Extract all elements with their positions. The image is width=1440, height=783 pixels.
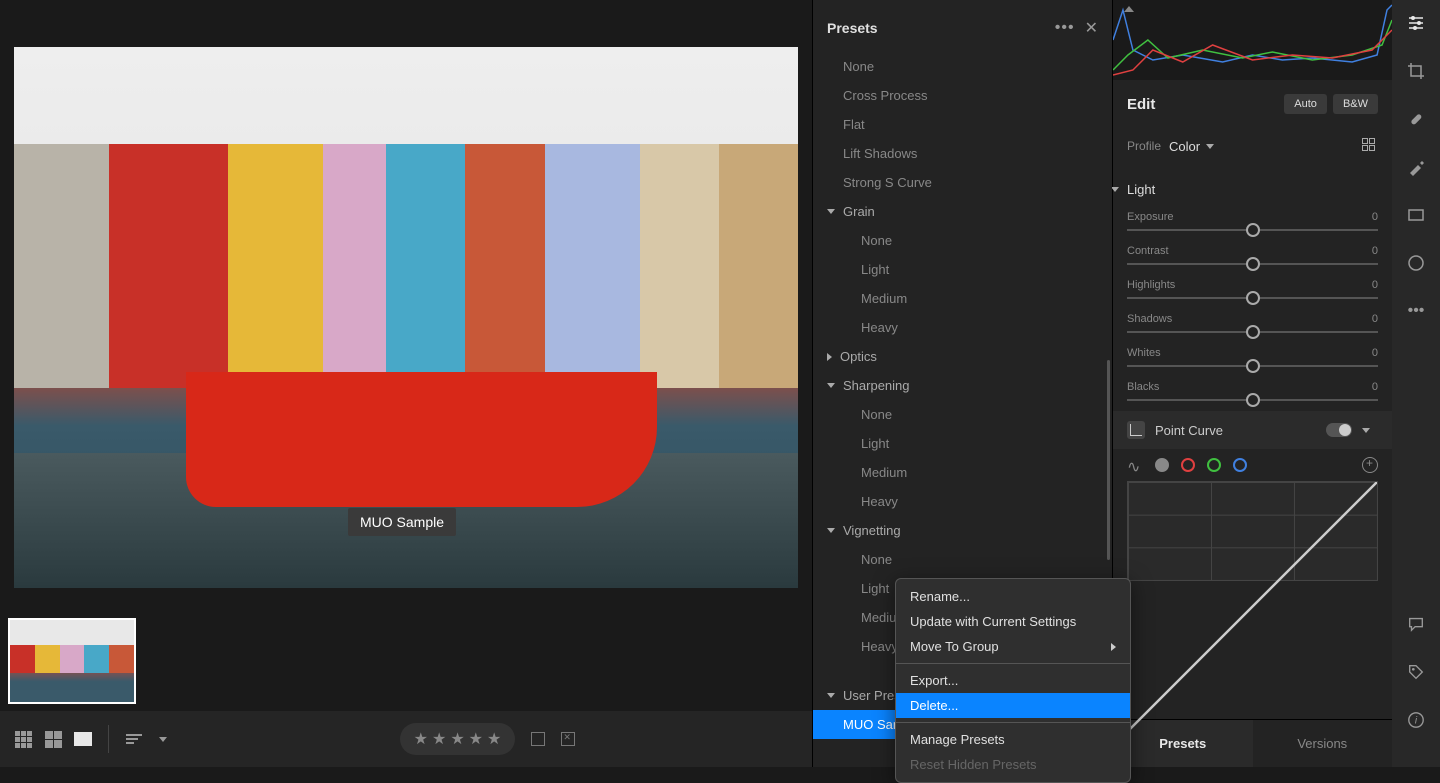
grid-large-view-icon[interactable]: [42, 730, 64, 748]
chevron-down-icon[interactable]: [1362, 428, 1370, 433]
tool-rail: ••• i: [1392, 0, 1440, 767]
star-icon[interactable]: ★: [450, 729, 464, 749]
more-icon[interactable]: •••: [1405, 300, 1427, 322]
scrollbar[interactable]: [1107, 360, 1110, 560]
curve-icon: [1127, 421, 1145, 439]
main-photo: [14, 47, 798, 588]
healing-icon[interactable]: [1405, 108, 1427, 130]
preset-item[interactable]: Medium: [813, 458, 1112, 487]
radial-gradient-icon[interactable]: [1405, 252, 1427, 274]
light-section-header[interactable]: Light: [1113, 172, 1392, 207]
channel-green[interactable]: [1207, 458, 1221, 472]
comment-icon[interactable]: [1405, 613, 1427, 635]
brush-icon[interactable]: [1405, 156, 1427, 178]
image-canvas[interactable]: MUO Sample: [0, 0, 812, 611]
channel-red[interactable]: [1181, 458, 1195, 472]
filmstrip[interactable]: [0, 611, 812, 711]
svg-text:i: i: [1415, 716, 1418, 727]
tone-curve[interactable]: [1127, 481, 1378, 581]
preset-item[interactable]: None: [813, 400, 1112, 429]
star-icon[interactable]: ★: [414, 729, 428, 749]
highlights-slider[interactable]: Highlights0: [1113, 275, 1392, 309]
profile-selector[interactable]: Profile Color: [1113, 128, 1392, 172]
thumbnail-selected[interactable]: [8, 618, 136, 704]
ctx-delete[interactable]: Delete...: [896, 693, 1130, 718]
chevron-right-icon: [1111, 643, 1116, 651]
preset-group-grain[interactable]: Grain: [813, 197, 1112, 226]
preset-item[interactable]: Cross Process: [813, 81, 1112, 110]
collapse-histogram-icon[interactable]: [1124, 6, 1134, 12]
tag-icon[interactable]: [1405, 661, 1427, 683]
close-icon[interactable]: ✕: [1085, 18, 1098, 38]
edit-title: Edit: [1127, 96, 1278, 113]
preset-item[interactable]: Light: [813, 255, 1112, 284]
grid-small-view-icon[interactable]: [12, 730, 34, 748]
info-icon[interactable]: i: [1405, 709, 1427, 731]
star-icon[interactable]: ★: [487, 729, 501, 749]
preset-item[interactable]: Flat: [813, 110, 1112, 139]
preset-group-optics[interactable]: Optics: [813, 342, 1112, 371]
context-menu: Rename... Update with Current Settings M…: [895, 578, 1131, 783]
ctx-update[interactable]: Update with Current Settings: [896, 609, 1130, 634]
preset-group-vignetting[interactable]: Vignetting: [813, 516, 1112, 545]
flag-reject-icon[interactable]: [561, 732, 575, 746]
star-icon[interactable]: ★: [432, 729, 446, 749]
sort-chevron-icon[interactable]: [159, 737, 167, 742]
histogram[interactable]: [1113, 0, 1392, 80]
auto-button[interactable]: Auto: [1284, 94, 1327, 114]
preset-group-sharpening[interactable]: Sharpening: [813, 371, 1112, 400]
profile-label: Profile: [1127, 139, 1161, 153]
channel-luminance[interactable]: [1155, 458, 1169, 472]
rating-stars[interactable]: ★ ★ ★ ★ ★: [400, 723, 516, 755]
star-icon[interactable]: ★: [469, 729, 483, 749]
ctx-move-to-group[interactable]: Move To Group: [896, 634, 1130, 659]
point-curve-header[interactable]: Point Curve: [1113, 411, 1392, 449]
crop-icon[interactable]: [1405, 60, 1427, 82]
ctx-manage-presets[interactable]: Manage Presets: [896, 727, 1130, 752]
preset-item[interactable]: Light: [813, 429, 1112, 458]
chevron-down-icon: [827, 209, 835, 214]
blacks-slider[interactable]: Blacks0: [1113, 377, 1392, 411]
whites-slider[interactable]: Whites0: [1113, 343, 1392, 377]
presets-options-icon[interactable]: •••: [1055, 19, 1075, 37]
bw-button[interactable]: B&W: [1333, 94, 1378, 114]
preset-item[interactable]: None: [813, 226, 1112, 255]
edit-panel: Edit Auto B&W Profile Color Light Exposu…: [1112, 0, 1392, 767]
preset-tooltip: MUO Sample: [348, 508, 456, 536]
channel-blue[interactable]: [1233, 458, 1247, 472]
preset-item[interactable]: Medium: [813, 284, 1112, 313]
profile-value: Color: [1169, 139, 1200, 154]
preset-item[interactable]: Lift Shadows: [813, 139, 1112, 168]
single-view-icon[interactable]: [72, 730, 94, 748]
chevron-down-icon: [1111, 187, 1119, 192]
chevron-down-icon: [827, 383, 835, 388]
chevron-right-icon: [827, 353, 832, 361]
flag-pick-icon[interactable]: [531, 732, 545, 746]
exposure-slider[interactable]: Exposure0: [1113, 207, 1392, 241]
contrast-slider[interactable]: Contrast0: [1113, 241, 1392, 275]
chevron-down-icon: [827, 693, 835, 698]
preset-item[interactable]: None: [813, 52, 1112, 81]
bottom-toolbar: ★ ★ ★ ★ ★: [0, 711, 812, 767]
ctx-rename[interactable]: Rename...: [896, 584, 1130, 609]
ctx-export[interactable]: Export...: [896, 668, 1130, 693]
curve-channels: ∿: [1113, 449, 1392, 481]
shadows-slider[interactable]: Shadows0: [1113, 309, 1392, 343]
linear-gradient-icon[interactable]: [1405, 204, 1427, 226]
point-curve-toggle[interactable]: [1326, 423, 1352, 437]
preset-item[interactable]: Heavy: [813, 313, 1112, 342]
edit-sliders-icon[interactable]: [1405, 12, 1427, 34]
ctx-reset-hidden: Reset Hidden Presets: [896, 752, 1130, 777]
sort-button[interactable]: [123, 730, 145, 748]
profile-browser-icon[interactable]: [1362, 138, 1378, 154]
presets-panel-title: Presets: [827, 20, 1055, 36]
chevron-down-icon: [827, 528, 835, 533]
preset-item[interactable]: Strong S Curve: [813, 168, 1112, 197]
preset-item[interactable]: Heavy: [813, 487, 1112, 516]
chevron-down-icon: [1206, 144, 1214, 149]
add-point-icon[interactable]: [1362, 457, 1378, 473]
parametric-curve-icon[interactable]: ∿: [1127, 457, 1143, 473]
preset-item[interactable]: None: [813, 545, 1112, 574]
